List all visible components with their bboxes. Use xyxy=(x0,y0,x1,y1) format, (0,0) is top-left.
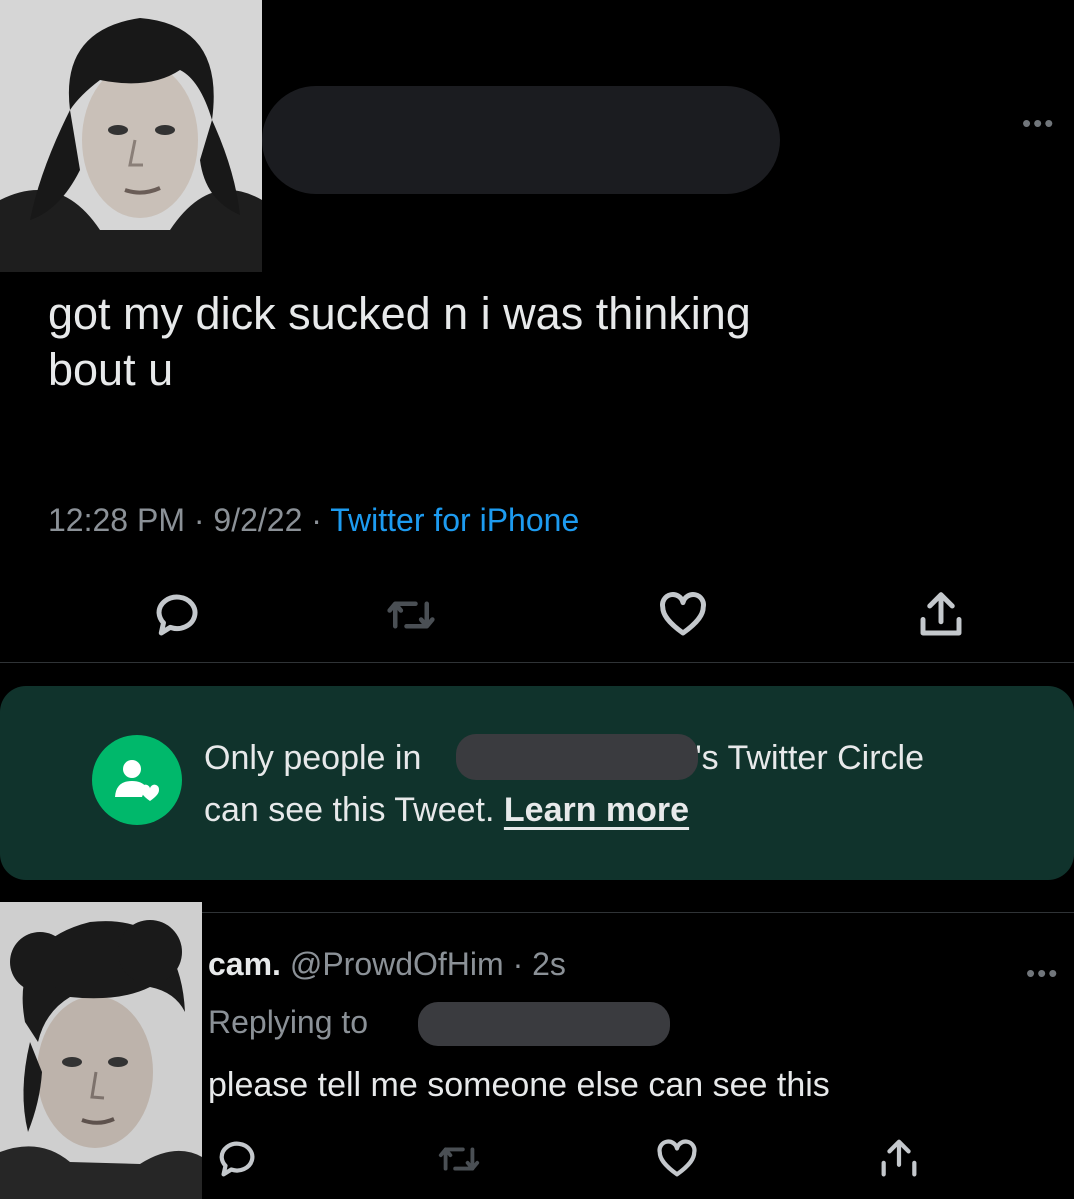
reply-time: 2s xyxy=(532,946,566,982)
divider xyxy=(200,912,1074,913)
reply-text: please tell me someone else can see this xyxy=(208,1066,830,1104)
reply-display-name[interactable]: cam. xyxy=(208,946,281,982)
share-icon[interactable] xyxy=(914,588,968,642)
circle-icon xyxy=(92,735,182,825)
avatar-photo-top xyxy=(0,0,262,272)
more-icon[interactable]: ••• xyxy=(1022,110,1055,136)
divider xyxy=(0,662,1074,663)
meta-separator: · xyxy=(193,502,205,538)
reply-header: cam. @ProwdOfHim · 2s xyxy=(208,946,566,983)
tweet-text: got my dick sucked n i was thinking bout… xyxy=(48,286,1028,398)
retweet-icon[interactable] xyxy=(384,588,438,642)
like-icon[interactable] xyxy=(654,1136,700,1182)
more-icon[interactable]: ••• xyxy=(1026,960,1059,986)
meta-separator: · xyxy=(512,946,524,982)
reply-icon[interactable] xyxy=(214,1136,260,1182)
learn-more-link[interactable]: Learn more xyxy=(504,791,689,829)
share-icon[interactable] xyxy=(876,1136,922,1182)
circle-notice-line-2: can see this Tweet. Learn more xyxy=(204,784,924,836)
tweet-source-link[interactable]: Twitter for iPhone xyxy=(330,502,579,538)
avatar-portrait-image xyxy=(0,0,262,272)
circle-notice-suffix: e's Twitter Circle xyxy=(676,739,924,777)
retweet-icon[interactable] xyxy=(436,1136,482,1182)
like-icon[interactable] xyxy=(656,588,710,642)
tweet-text-line-2: bout u xyxy=(48,344,174,395)
circle-notice-prefix: Only people in xyxy=(204,739,422,777)
reply-handle[interactable]: @ProwdOfHim xyxy=(290,946,504,982)
redacted-circle-owner xyxy=(456,734,698,780)
replying-to-label: Replying to xyxy=(208,1004,369,1040)
redacted-username xyxy=(262,86,780,194)
meta-separator: · xyxy=(311,502,322,538)
tweet-text-line-1: got my dick sucked n i was thinking xyxy=(48,288,751,339)
tweet-time: 12:28 PM xyxy=(48,502,185,538)
redacted-replying-to-handle xyxy=(418,1002,670,1046)
tweet-meta: 12:28 PM · 9/2/22 · Twitter for iPhone xyxy=(48,502,579,539)
reply-icon[interactable] xyxy=(150,588,204,642)
circle-notice-body: can see this Tweet. xyxy=(204,791,495,829)
tweet-date: 9/2/22 xyxy=(213,502,303,538)
reply-avatar-portrait-image xyxy=(0,902,202,1199)
avatar-photo-reply xyxy=(0,902,202,1199)
